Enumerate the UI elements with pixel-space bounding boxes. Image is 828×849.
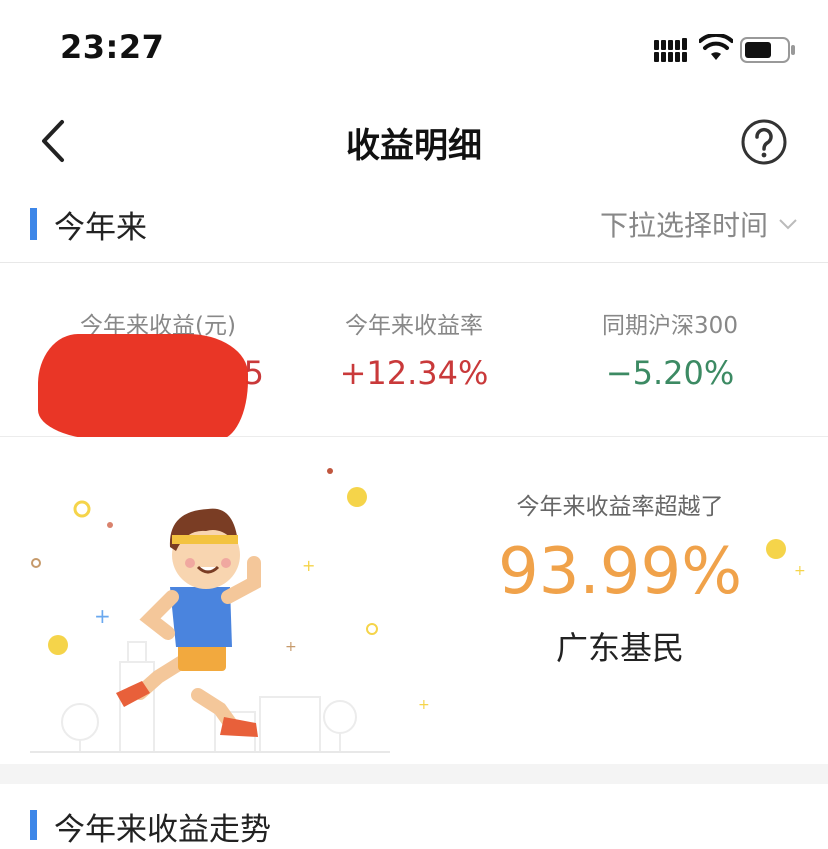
wifi-icon <box>699 34 733 60</box>
stat-value: −5.20% <box>605 354 735 392</box>
stat-ytd-return-rate: 今年来收益率 +12.34% <box>284 306 544 392</box>
section-title: 今年来 <box>54 210 147 246</box>
stats-panel: 今年来收益(元) 5 今年来收益率 +12.34% 同期沪深300 −5.20% <box>0 264 828 440</box>
status-bar: 23:27 <box>0 0 828 100</box>
beat-label: 今年来收益率超越了 <box>516 494 724 520</box>
section-header: 今年来 下拉选择时间 <box>0 188 828 263</box>
time-picker-dropdown[interactable]: 下拉选择时间 <box>600 204 798 244</box>
stat-value: +12.34% <box>339 354 489 392</box>
page-title: 收益明细 <box>346 126 482 166</box>
svg-text:+: + <box>285 639 297 655</box>
section-divider <box>0 764 828 784</box>
chevron-down-icon <box>779 219 797 230</box>
status-time: 23:27 <box>60 28 165 66</box>
section-accent-bar <box>30 208 37 240</box>
beat-percentage: 93.99% <box>497 535 743 609</box>
time-picker-label: 下拉选择时间 <box>599 209 768 242</box>
coin-decoration-icon: + <box>766 539 806 579</box>
svg-text:+: + <box>94 604 111 628</box>
beat-group: 广东基民 <box>555 629 684 667</box>
redaction-mark <box>38 334 248 440</box>
nav-bar: 收益明细 <box>0 100 828 184</box>
section-header-trend: 今年来收益走势 <box>0 784 828 848</box>
svg-text:+: + <box>302 556 315 575</box>
ranking-card: + + + + 今年来收益率超越了 93.99% 广东基民 + <box>0 437 828 764</box>
stat-label: 同期沪深300 <box>602 313 738 339</box>
stat-csi300: 同期沪深300 −5.20% <box>540 306 800 392</box>
help-icon[interactable] <box>740 118 788 166</box>
runner-illustration: + + + + <box>30 468 430 753</box>
section-accent-bar <box>30 810 37 840</box>
stat-label: 今年来收益率 <box>345 313 483 339</box>
battery-icon <box>740 37 795 63</box>
svg-text:+: + <box>794 563 806 579</box>
cellular-signal-icon <box>654 38 687 62</box>
svg-text:+: + <box>418 697 430 713</box>
